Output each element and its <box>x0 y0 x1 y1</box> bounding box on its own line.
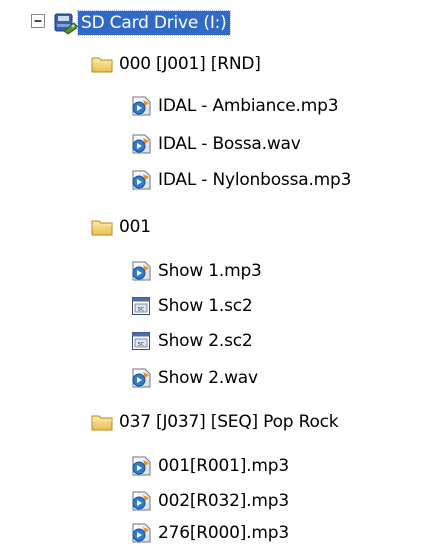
audio-file-icon <box>129 521 155 545</box>
svg-text:sc: sc <box>138 341 144 348</box>
file-label[interactable]: Show 2.wav <box>155 366 261 390</box>
audio-file-icon <box>129 366 155 390</box>
file-label[interactable]: Show 1.mp3 <box>155 259 265 283</box>
folder-icon <box>90 215 116 239</box>
tree-file[interactable]: IDAL - Bossa.wav <box>129 130 304 158</box>
file-label[interactable]: 002[R032].mp3 <box>155 489 292 513</box>
svg-text:sc: sc <box>138 306 144 313</box>
tree-file[interactable]: IDAL - Nylonbossa.mp3 <box>129 166 354 194</box>
folder-icon <box>90 52 116 76</box>
tree-file[interactable]: Show 2.wav <box>129 364 261 392</box>
audio-file-icon <box>129 259 155 283</box>
audio-file-icon <box>129 168 155 192</box>
tree-file[interactable]: sc Show 2.sc2 <box>129 327 256 355</box>
folder-label[interactable]: 000 [J001] [RND] <box>116 52 264 76</box>
collapse-expander[interactable] <box>31 14 47 30</box>
tree-folder-001[interactable]: 001 <box>90 213 154 241</box>
tree-node-root-label[interactable]: SD Card Drive (I:) <box>77 10 231 36</box>
tree-file[interactable]: IDAL - Ambiance.mp3 <box>129 92 341 120</box>
audio-file-icon <box>129 132 155 156</box>
file-label[interactable]: Show 2.sc2 <box>155 329 256 353</box>
tree-node-root[interactable]: SD Card Drive (I:) <box>52 9 231 37</box>
folder-icon <box>90 410 116 434</box>
tree-file[interactable]: 001[R001].mp3 <box>129 452 292 480</box>
sc2-file-icon: sc <box>129 294 155 318</box>
file-label[interactable]: 001[R001].mp3 <box>155 454 292 478</box>
tree-file[interactable]: Show 1.mp3 <box>129 257 265 285</box>
folder-label[interactable]: 001 <box>116 215 154 239</box>
file-label[interactable]: 276[R000].mp3 <box>155 521 292 545</box>
tree-folder-037[interactable]: 037 [J037] [SEQ] Pop Rock <box>90 408 341 436</box>
sc2-file-icon: sc <box>129 329 155 353</box>
tree-file[interactable]: sc Show 1.sc2 <box>129 292 256 320</box>
file-label[interactable]: IDAL - Nylonbossa.mp3 <box>155 168 354 192</box>
tree-folder-000[interactable]: 000 [J001] [RND] <box>90 50 264 78</box>
tree-file[interactable]: 002[R032].mp3 <box>129 487 292 515</box>
file-label[interactable]: Show 1.sc2 <box>155 294 256 318</box>
folder-label[interactable]: 037 [J037] [SEQ] Pop Rock <box>116 410 341 434</box>
audio-file-icon <box>129 94 155 118</box>
audio-file-icon <box>129 489 155 513</box>
tree-file[interactable]: 276[R000].mp3 <box>129 519 292 547</box>
removable-drive-icon <box>52 11 79 35</box>
file-label[interactable]: IDAL - Bossa.wav <box>155 132 304 156</box>
file-label[interactable]: IDAL - Ambiance.mp3 <box>155 94 341 118</box>
audio-file-icon <box>129 454 155 478</box>
